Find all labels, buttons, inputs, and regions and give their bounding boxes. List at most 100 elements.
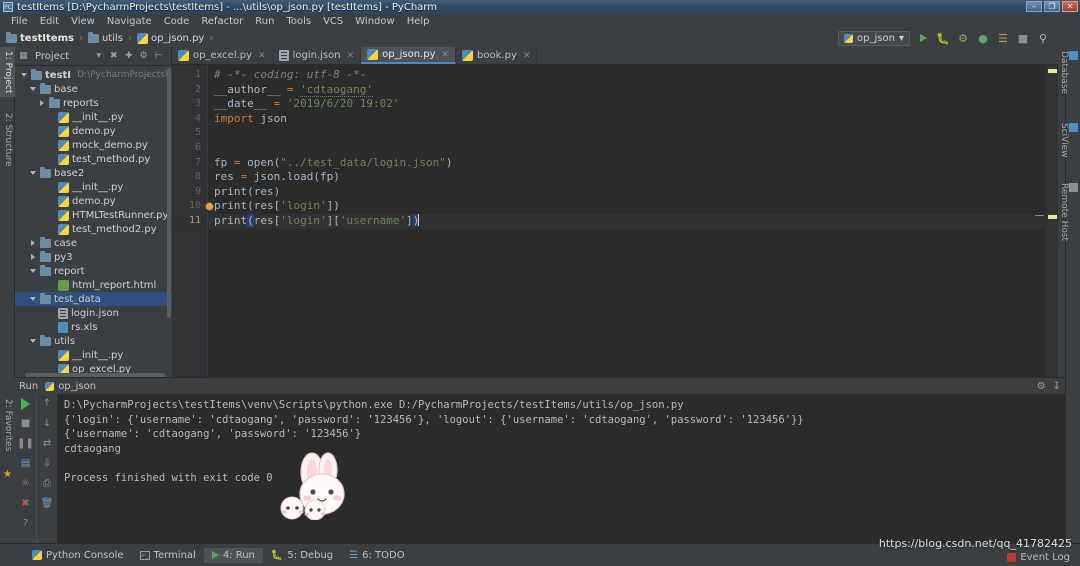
line-number-8[interactable]: 8 [172,170,207,185]
tree-item-testitems[interactable]: testItems D:\PycharmProjects\ [15,68,172,82]
chevron-down-icon[interactable] [28,297,37,301]
menu-help[interactable]: Help [401,16,436,27]
sidebar-item-structure[interactable]: 2: Structure [0,109,15,171]
menu-tools[interactable]: Tools [280,16,317,27]
line-number-5[interactable]: 5 [172,126,207,141]
scroll-down-icon[interactable]: ↓ [41,417,54,430]
close-icon[interactable]: ✕ [258,51,266,61]
tree-item-utils[interactable]: utils [15,334,172,348]
sidebar-item-sciview[interactable]: SciView [1059,119,1080,162]
scroll-up-icon[interactable]: ↑ [41,397,54,410]
help-icon[interactable]: ? [19,517,32,530]
line-number-1[interactable]: 1 [172,68,207,83]
menu-view[interactable]: View [65,16,101,27]
sidebar-item-remote-host[interactable]: Remote Host [1059,179,1080,245]
tree-vertical-scrollbar[interactable] [167,68,171,318]
breadcrumb-item-utils[interactable]: utils [87,31,123,44]
menu-file[interactable]: File [5,16,34,27]
tree-item--init-py[interactable]: __init__.py [15,180,172,194]
attach-icon[interactable]: ☼ [19,477,32,490]
code-editor[interactable]: 1 2 3 4 5 6 7 8 9 10 11 # -*- coding: utf-8 -*- __… [172,65,1058,377]
sidebar-item-project[interactable]: 1: Project [0,47,15,98]
sidebar-item-database[interactable]: Database [1059,47,1080,98]
status-terminal[interactable]: >_ Terminal [132,548,204,563]
rerun-icon[interactable] [19,397,32,410]
tree-item-case[interactable]: case [15,236,172,250]
hide-icon[interactable]: ↧ [1053,381,1061,392]
tree-item--init-py[interactable]: __init__.py [15,110,172,124]
editor-gutter[interactable]: 1 2 3 4 5 6 7 8 9 10 11 [172,65,213,377]
menu-vcs[interactable]: VCS [317,16,349,27]
line-number-4[interactable]: 4 [172,112,207,127]
tree-item-mock-demo-py[interactable]: mock_demo.py [15,138,172,152]
collapse-all-icon[interactable]: ✖ [108,51,119,62]
close-icon[interactable]: ✕ [442,50,450,60]
editor-marker-bar[interactable] [1046,65,1058,377]
tree-item-test-data[interactable]: test_data [15,292,172,306]
breadcrumb-item-file[interactable]: op_json.py [136,32,204,44]
hide-icon[interactable]: ⊢ [153,51,164,62]
tree-item-base[interactable]: base [15,82,172,96]
close-button[interactable]: ✕ [1062,1,1078,12]
tree-item-htmltestrunner-py[interactable]: HTMLTestRunner.py [15,208,172,222]
menu-refactor[interactable]: Refactor [195,16,249,27]
tree-item-py3[interactable]: py3 [15,250,172,264]
chevron-down-icon[interactable] [28,269,37,273]
soft-wrap-icon[interactable]: ⇄ [41,437,54,450]
line-number-6[interactable]: 6 [172,141,207,156]
chevron-right-icon[interactable] [28,254,37,260]
run-configuration-selector[interactable]: op_json ▾ [838,30,910,46]
chevron-down-icon[interactable] [28,339,37,343]
line-number-10[interactable]: 10 [172,199,213,214]
expand-all-icon[interactable]: ✚ [123,51,134,62]
line-number-11[interactable]: 11 [172,213,207,229]
tab-op-json-py[interactable]: op_json.py ✕ [361,47,457,64]
tab-op-excel-py[interactable]: op_excel.py ✕ [172,47,273,64]
project-tree[interactable]: testItems D:\PycharmProjects\ base reports _… [15,66,172,377]
code-lines[interactable]: # -*- coding: utf-8 -*- __author__ = 'cd… [208,65,1058,377]
console-icon[interactable]: ▤ [19,457,32,470]
tree-item-demo-py[interactable]: demo.py [15,124,172,138]
settings-icon[interactable]: ⚙ [138,51,149,62]
menu-window[interactable]: Window [349,16,400,27]
tree-item-test-method2-py[interactable]: test_method2.py [15,222,172,236]
coverage-icon[interactable]: ⚙ [956,31,970,45]
tree-item-reports[interactable]: reports [15,96,172,110]
close-icon[interactable]: ✖ [19,497,32,510]
search-icon[interactable]: ⚲ [1036,31,1050,45]
stop-icon[interactable]: ■ [1016,31,1030,45]
tree-item-demo-py[interactable]: demo.py [15,194,172,208]
menu-code[interactable]: Code [158,16,196,27]
tree-item-login-json[interactable]: login.json [15,306,172,320]
sidebar-item-favorites[interactable]: 2: Favorites [0,395,15,455]
status-python-console[interactable]: Python Console [24,548,132,563]
status-run[interactable]: 4: Run [203,547,263,563]
settings-icon[interactable]: ⚙ [1037,381,1046,392]
chevron-right-icon[interactable] [28,240,37,246]
scroll-to-end-icon[interactable]: ⇩ [41,457,54,470]
code-fold-marker[interactable] [1035,215,1044,216]
marker-warning[interactable] [1048,69,1057,73]
print-icon[interactable]: ⎙ [41,477,54,490]
tree-item-test-method-py[interactable]: test_method.py [15,152,172,166]
tree-item-base2[interactable]: base2 [15,166,172,180]
menu-run[interactable]: Run [249,16,280,27]
chevron-down-icon[interactable] [28,87,37,91]
attach-icon[interactable]: ☰ [996,31,1010,45]
run-panel-config[interactable]: op_json [58,381,96,392]
debug-icon[interactable]: 🐛 [936,31,950,45]
chevron-down-icon[interactable]: ▾ [93,51,104,62]
stop-icon[interactable]: ■ [19,417,32,430]
tab-login-json[interactable]: login.json ✕ [272,47,362,64]
run-icon[interactable] [916,31,930,45]
line-number-7[interactable]: 7 [172,156,207,171]
line-number-3[interactable]: 3 [172,97,207,112]
menu-edit[interactable]: Edit [34,16,65,27]
marker-warning[interactable] [1048,215,1057,219]
tree-item-rs-xls[interactable]: rs.xls [15,320,172,334]
status-todo[interactable]: ☰ 6: TODO [341,548,412,563]
tab-book-py[interactable]: book.py ✕ [456,47,538,64]
breadcrumb-item-project[interactable]: testItems [6,31,74,44]
tree-item--init-py[interactable]: __init__.py [15,348,172,362]
chevron-down-icon[interactable] [19,73,28,77]
